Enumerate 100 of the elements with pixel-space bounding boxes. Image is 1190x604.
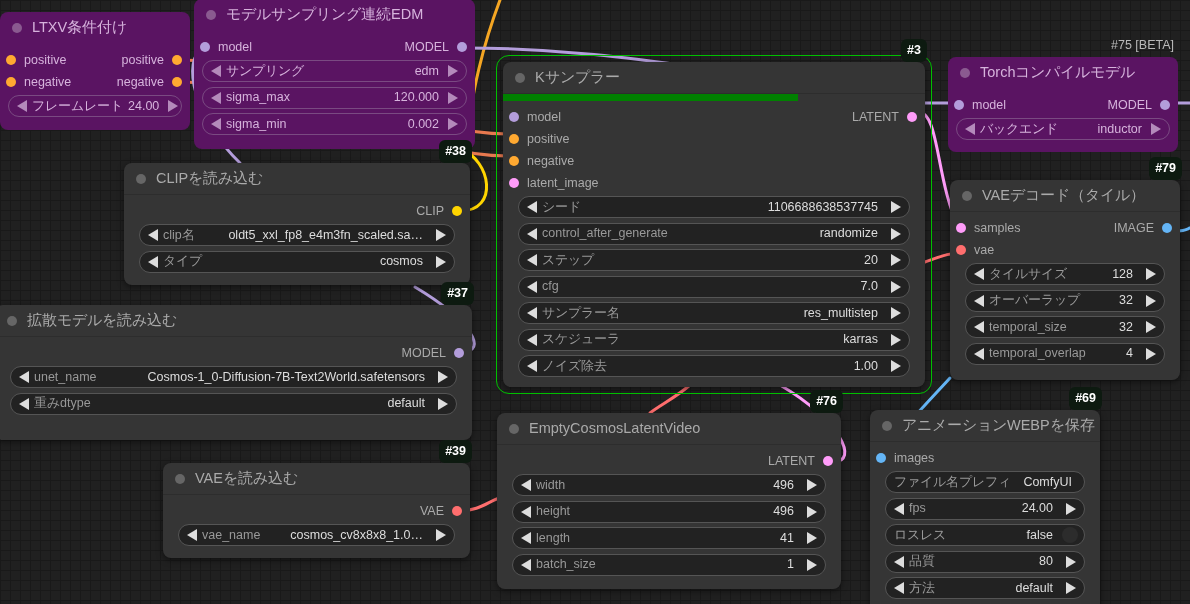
output-slot[interactable]	[172, 77, 182, 87]
right-arrow-icon[interactable]	[1066, 555, 1076, 568]
right-arrow-icon[interactable]	[807, 532, 817, 544]
value-stepper[interactable]: clip名 oldt5_xxl_fp8_e4m3fn_scaled.sa…	[139, 224, 455, 246]
right-arrow-icon[interactable]	[807, 479, 817, 491]
input-slot[interactable]	[200, 42, 210, 52]
right-arrow-icon[interactable]	[1066, 582, 1076, 594]
value-stepper[interactable]: オーバーラップ 32	[965, 289, 1165, 312]
toggle-switch[interactable]	[1062, 527, 1078, 543]
right-arrow-icon[interactable]	[1146, 347, 1156, 360]
value-stepper[interactable]: height 496	[512, 500, 826, 523]
value-stepper[interactable]: ステップ 20	[518, 249, 910, 271]
input-slot[interactable]	[956, 245, 966, 255]
output-slot[interactable]	[452, 206, 462, 216]
left-arrow-icon[interactable]	[974, 294, 984, 307]
right-arrow-icon[interactable]	[1146, 268, 1156, 280]
node-dot-icon[interactable]	[7, 315, 17, 326]
toggle-row[interactable]: ロスレス false	[885, 524, 1085, 546]
left-arrow-icon[interactable]	[521, 532, 531, 544]
value-stepper[interactable]: タイルサイズ 128	[965, 263, 1165, 285]
right-arrow-icon[interactable]	[1146, 294, 1156, 307]
left-arrow-icon[interactable]	[974, 321, 984, 333]
right-arrow-icon[interactable]	[438, 397, 448, 410]
value-stepper[interactable]: cfg 7.0	[518, 275, 910, 298]
value-stepper[interactable]: unet_name Cosmos-1_0-Diffusion-7B-Text2World.safetensors	[10, 366, 457, 388]
input-slot[interactable]	[954, 100, 964, 110]
right-arrow-icon[interactable]	[436, 229, 446, 241]
right-arrow-icon[interactable]	[891, 360, 901, 372]
right-arrow-icon[interactable]	[891, 227, 901, 240]
input-slot[interactable]	[509, 156, 519, 166]
left-arrow-icon[interactable]	[527, 227, 537, 240]
input-slot[interactable]	[6, 55, 16, 65]
value-stepper[interactable]: 品質 80	[885, 550, 1085, 573]
value-stepper[interactable]: control_after_generate randomize	[518, 222, 910, 245]
left-arrow-icon[interactable]	[148, 255, 158, 268]
left-arrow-icon[interactable]	[187, 529, 197, 541]
value-stepper[interactable]: temporal_size 32	[965, 316, 1165, 338]
input-slot[interactable]	[509, 112, 519, 122]
right-arrow-icon[interactable]	[436, 255, 446, 268]
left-arrow-icon[interactable]	[521, 505, 531, 518]
left-arrow-icon[interactable]	[527, 280, 537, 293]
left-arrow-icon[interactable]	[19, 397, 29, 410]
left-arrow-icon[interactable]	[894, 502, 904, 515]
value-stepper[interactable]: batch_size 1	[512, 553, 826, 576]
node-dot-icon[interactable]	[175, 473, 185, 484]
value-stepper[interactable]: タイプ cosmos	[139, 250, 455, 273]
left-arrow-icon[interactable]	[894, 555, 904, 568]
node-dot-icon[interactable]	[515, 72, 525, 83]
left-arrow-icon[interactable]	[527, 360, 537, 372]
left-arrow-icon[interactable]	[521, 558, 531, 571]
right-arrow-icon[interactable]	[891, 201, 901, 213]
right-arrow-icon[interactable]	[1066, 502, 1076, 515]
left-arrow-icon[interactable]	[148, 229, 158, 241]
value-stepper[interactable]: シード 1106688638537745	[518, 196, 910, 218]
output-slot[interactable]	[907, 112, 917, 122]
value-stepper[interactable]: 重みdtype default	[10, 392, 457, 415]
left-arrow-icon[interactable]	[527, 254, 537, 266]
node-dot-icon[interactable]	[882, 420, 892, 431]
input-slot[interactable]	[876, 453, 886, 463]
input-slot[interactable]	[509, 178, 519, 188]
node-dot-icon[interactable]	[509, 423, 519, 434]
left-arrow-icon[interactable]	[521, 479, 531, 491]
right-arrow-icon[interactable]	[807, 505, 817, 518]
input-slot[interactable]	[509, 134, 519, 144]
output-slot[interactable]	[172, 55, 182, 65]
node-dot-icon[interactable]	[12, 22, 22, 33]
node-dot-icon[interactable]	[206, 9, 216, 20]
left-arrow-icon[interactable]	[527, 201, 537, 213]
right-arrow-icon[interactable]	[436, 529, 446, 541]
output-slot[interactable]	[1162, 223, 1172, 233]
output-slot[interactable]	[1160, 100, 1170, 110]
value-stepper[interactable]: temporal_overlap 4	[965, 342, 1165, 365]
text-input[interactable]: ファイル名プレフィ ComfyUI	[885, 471, 1085, 493]
left-arrow-icon[interactable]	[894, 582, 904, 594]
value-stepper[interactable]: スケジューラ karras	[518, 328, 910, 351]
output-slot[interactable]	[452, 506, 462, 516]
node-dot-icon[interactable]	[962, 190, 972, 201]
value-stepper[interactable]: 方法 default	[885, 577, 1085, 599]
right-arrow-icon[interactable]	[891, 307, 901, 319]
input-slot[interactable]	[6, 77, 16, 87]
right-arrow-icon[interactable]	[807, 558, 817, 571]
right-arrow-icon[interactable]	[1146, 321, 1156, 333]
value-stepper[interactable]: width 496	[512, 474, 826, 496]
output-slot[interactable]	[457, 42, 467, 52]
input-slot[interactable]	[956, 223, 966, 233]
right-arrow-icon[interactable]	[438, 371, 448, 383]
output-slot[interactable]	[823, 456, 833, 466]
right-arrow-icon[interactable]	[891, 333, 901, 346]
left-arrow-icon[interactable]	[527, 307, 537, 319]
output-slot[interactable]	[454, 348, 464, 358]
node-dot-icon[interactable]	[136, 173, 146, 184]
value-stepper[interactable]: vae_name cosmos_cv8x8x8_1.0…	[178, 524, 455, 546]
left-arrow-icon[interactable]	[19, 371, 29, 383]
value-stepper[interactable]: length 41	[512, 527, 826, 549]
left-arrow-icon[interactable]	[974, 268, 984, 280]
value-stepper[interactable]: ノイズ除去 1.00	[518, 355, 910, 377]
right-arrow-icon[interactable]	[891, 280, 901, 293]
node-dot-icon[interactable]	[960, 67, 970, 78]
value-stepper[interactable]: fps 24.00	[885, 497, 1085, 520]
left-arrow-icon[interactable]	[527, 333, 537, 346]
